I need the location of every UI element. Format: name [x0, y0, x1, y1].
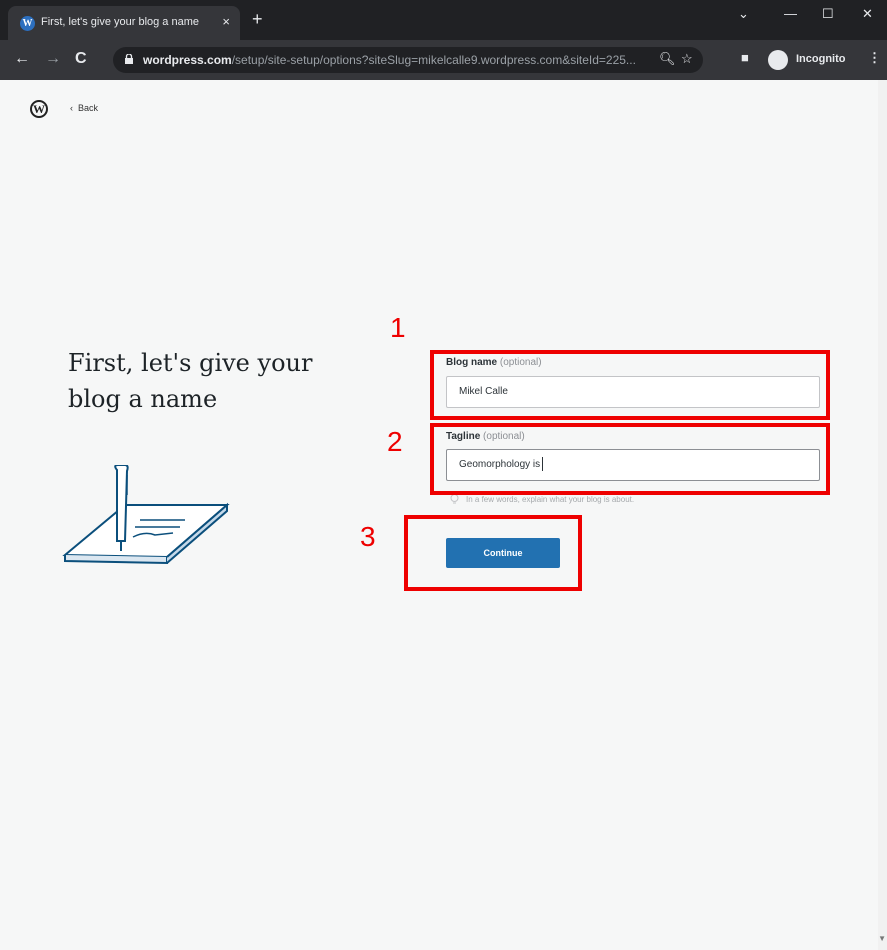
url-path: /setup/site-setup/options?siteSlug=mikel…: [231, 53, 636, 67]
annotation-box-2: [430, 423, 830, 495]
close-tab-icon[interactable]: ×: [222, 14, 230, 29]
wordpress-logo-icon[interactable]: W: [30, 100, 48, 118]
annotation-number-1: 1: [390, 312, 406, 343]
annotation-number-2: 2: [387, 426, 403, 457]
back-arrow-icon[interactable]: ←: [14, 50, 30, 68]
annotation-box-3: [404, 515, 582, 591]
incognito-label[interactable]: Incognito: [796, 53, 846, 65]
browser-tab[interactable]: W First, let's give your blog a name ×: [8, 6, 240, 40]
wordpress-favicon-icon: W: [20, 16, 35, 31]
close-window-button[interactable]: ✕: [862, 6, 873, 22]
back-link[interactable]: ‹ Back: [70, 103, 98, 113]
minimize-button[interactable]: —: [784, 6, 797, 21]
forward-arrow-icon[interactable]: →: [45, 50, 61, 68]
lock-icon: [125, 54, 133, 64]
annotation-box-1: [430, 350, 830, 420]
lightbulb-icon: [450, 494, 459, 504]
reload-icon[interactable]: C: [75, 50, 87, 68]
pen-and-paper-illustration: [62, 465, 230, 565]
url-text: wordpress.com/setup/site-setup/options?s…: [143, 53, 653, 67]
tab-title: First, let's give your blog a name: [41, 16, 200, 28]
address-bar[interactable]: wordpress.com/setup/site-setup/options?s…: [113, 47, 703, 73]
new-tab-button[interactable]: +: [252, 10, 263, 28]
incognito-icon[interactable]: [768, 50, 788, 70]
maximize-button[interactable]: ☐: [822, 6, 834, 22]
page-title: First, let's give your blog a name: [68, 349, 313, 413]
tagline-helper-text: In a few words, explain what your blog i…: [466, 495, 635, 504]
scroll-down-arrow-icon[interactable]: ▼: [878, 934, 886, 943]
scrollbar[interactable]: [878, 80, 887, 950]
browser-window: W First, let's give your blog a name × +…: [0, 0, 887, 950]
tab-search-icon[interactable]: ⌄: [738, 6, 749, 22]
menu-icon[interactable]: ⋮: [868, 50, 881, 66]
annotation-number-3: 3: [360, 521, 376, 552]
url-host: wordpress.com: [143, 53, 232, 67]
browser-toolbar: ← → C wordpress.com/setup/site-setup/opt…: [0, 40, 887, 80]
zoom-icon[interactable]: 🔍︎: [659, 51, 676, 67]
side-panel-icon[interactable]: ■: [741, 50, 749, 65]
bookmark-star-icon[interactable]: ☆: [681, 51, 693, 67]
tab-strip: W First, let's give your blog a name × +…: [0, 0, 887, 40]
back-label: Back: [78, 103, 99, 113]
